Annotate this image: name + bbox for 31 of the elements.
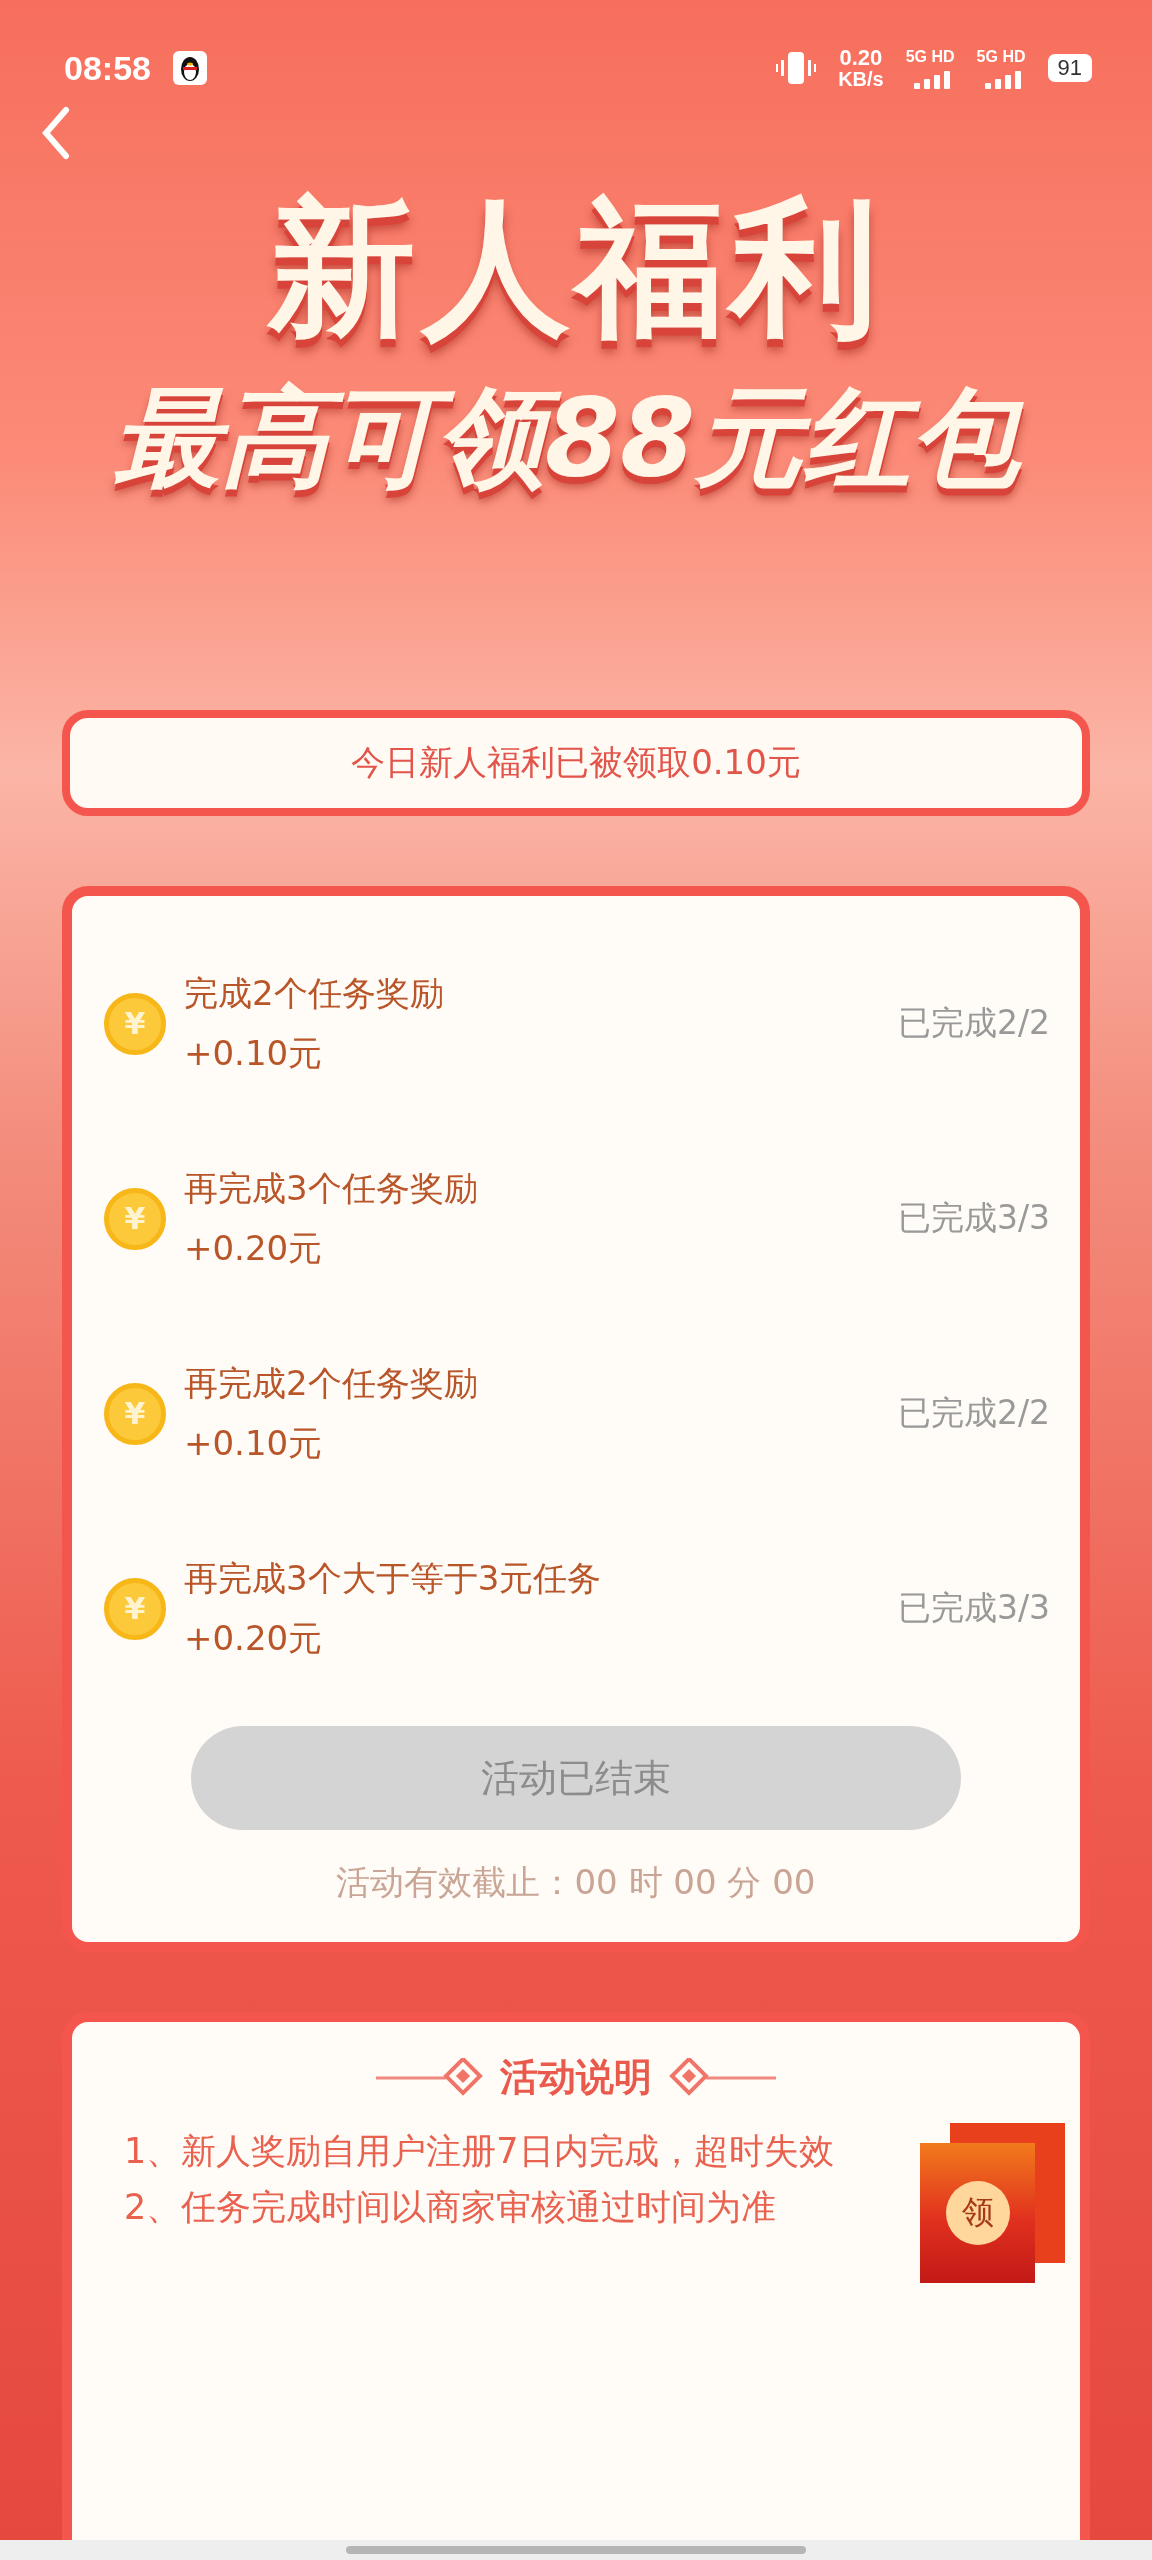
rule-text: 2、任务完成时间以商家审核通过时间为准 (124, 2186, 778, 2229)
vibrate-icon (776, 50, 817, 86)
task-reward: +0.20元 (184, 1226, 324, 1270)
task-progress: 已完成2/2 (897, 1392, 1050, 1434)
network-type: 5G HD (976, 47, 1026, 66)
penguin-icon (172, 51, 207, 85)
task-title: 完成2个任务奖励 (184, 971, 445, 1015)
back-icon[interactable] (40, 106, 70, 160)
banner-subtitle: 最高可领88元红包 (102, 367, 1050, 528)
rule-text: 1、新人奖励自用户注册7日内完成，超时失效 (124, 2130, 835, 2173)
task-reward: +0.20元 (184, 1616, 324, 1660)
claimed-notice: 今日新人福利已被领取0.10元 (62, 710, 1090, 816)
task-progress: 已完成3/3 (897, 1587, 1050, 1629)
task-progress: 已完成3/3 (897, 1197, 1050, 1239)
deadline-text: 活动有效截止：00 时 00 分 00 (335, 1861, 817, 1904)
network-speed: 0.20 KB/s (838, 47, 884, 89)
task-title: 再完成3个大于等于3元任务 (184, 1556, 603, 1600)
rules-title: 活动说明 (500, 2054, 652, 2101)
battery-level: 91 (1047, 54, 1092, 82)
coin-icon: ¥ (104, 992, 166, 1055)
coin-icon: ¥ (104, 1577, 166, 1640)
task-title: 再完成3个任务奖励 (184, 1166, 479, 1210)
task-progress: 已完成2/2 (897, 1002, 1050, 1044)
coin-icon: ¥ (104, 1187, 166, 1250)
coin-icon: ¥ (104, 1382, 166, 1445)
banner-title: 新人福利 (268, 181, 884, 356)
task-title: 再完成2个任务奖励 (184, 1361, 479, 1405)
task-reward: +0.10元 (184, 1031, 324, 1075)
network-type: 5G HD (905, 47, 955, 66)
task-reward: +0.10元 (184, 1421, 324, 1465)
clock: 08:58 (64, 48, 151, 88)
